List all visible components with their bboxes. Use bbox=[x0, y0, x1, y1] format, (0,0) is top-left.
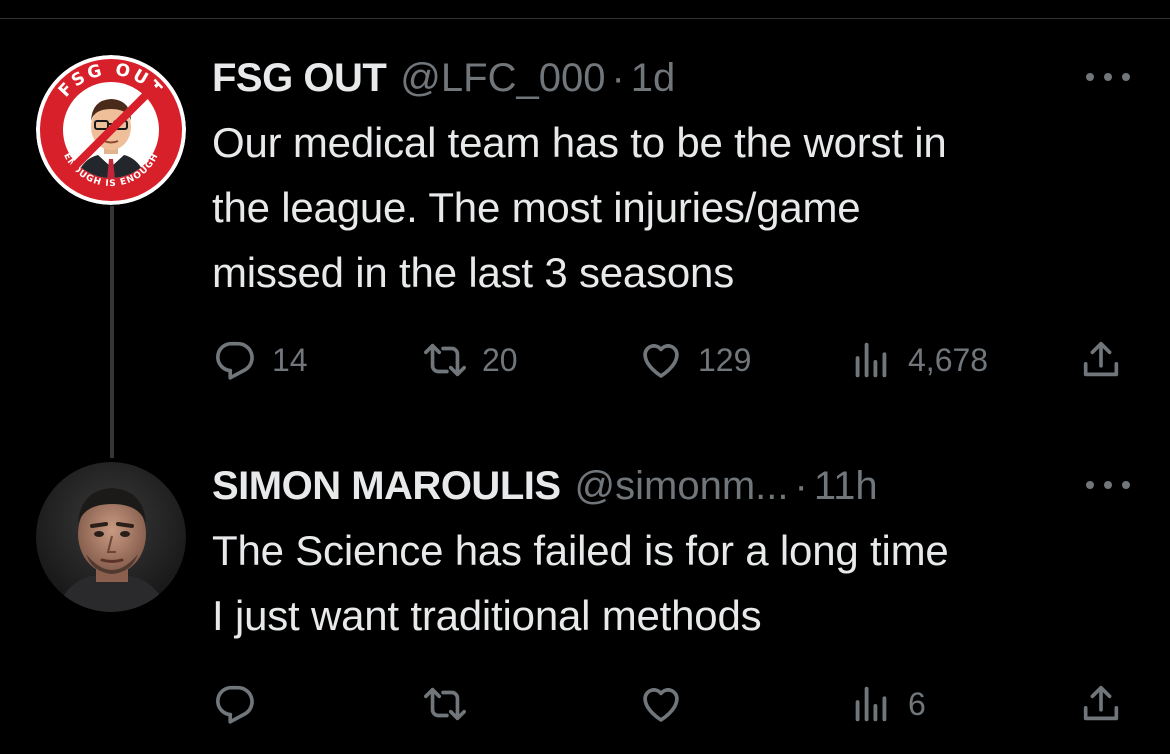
display-name[interactable]: SIMON MAROULIS bbox=[212, 462, 561, 510]
more-icon[interactable] bbox=[1086, 62, 1130, 92]
views-button[interactable]: 4,678 bbox=[848, 336, 988, 384]
retweet-icon bbox=[424, 687, 466, 721]
tweet-text-line: Our medical team has to be the worst in bbox=[212, 119, 947, 166]
top-divider bbox=[0, 18, 1170, 19]
like-count: 129 bbox=[698, 341, 752, 378]
views-icon bbox=[855, 686, 887, 722]
reply-button[interactable]: 14 bbox=[212, 336, 308, 384]
tweet-text-line: I just want traditional methods bbox=[212, 592, 762, 639]
timestamp[interactable]: 1d bbox=[631, 54, 676, 102]
separator-dot: · bbox=[794, 464, 808, 508]
more-icon[interactable] bbox=[1086, 470, 1130, 500]
tweet-text-line: The Science has failed is for a long tim… bbox=[212, 527, 949, 574]
tweet-text: The Science has failed is for a long tim… bbox=[212, 518, 1130, 648]
tweet-text-line: missed in the last 3 seasons bbox=[212, 249, 735, 296]
user-photo-avatar bbox=[36, 462, 186, 612]
user-handle[interactable]: @LFC_000 bbox=[400, 54, 605, 102]
reply-icon bbox=[216, 685, 254, 724]
views-button[interactable]: 6 bbox=[848, 680, 926, 728]
retweet-count: 20 bbox=[482, 341, 518, 378]
views-count: 4,678 bbox=[908, 341, 989, 378]
share-button[interactable] bbox=[1078, 336, 1124, 384]
views-icon bbox=[855, 342, 887, 378]
fsg-out-logo-avatar: FSG OUT ENOUGH IS ENOUGH bbox=[36, 55, 186, 205]
retweet-button[interactable] bbox=[422, 680, 482, 728]
share-icon bbox=[1083, 685, 1119, 721]
retweet-button[interactable]: 20 bbox=[422, 336, 518, 384]
tweet-actions-bar: 6 bbox=[212, 680, 1132, 728]
tweet-text-line: the league. The most injuries/game bbox=[212, 184, 861, 231]
reply-count: 14 bbox=[272, 341, 308, 378]
separator-dot: · bbox=[611, 56, 625, 100]
tweet-header: SIMON MAROULIS @simonm... · 11h bbox=[212, 462, 1130, 510]
retweet-icon bbox=[424, 343, 466, 377]
share-button[interactable] bbox=[1078, 680, 1124, 728]
thread-connector-line bbox=[110, 206, 114, 458]
avatar-fsg-out[interactable]: FSG OUT ENOUGH IS ENOUGH bbox=[36, 55, 186, 205]
tweet-text: Our medical team has to be the worst in … bbox=[212, 110, 1130, 305]
tweet-simon-maroulis[interactable]: SIMON MAROULIS @simonm... · 11h The Scie… bbox=[212, 462, 1130, 648]
timestamp[interactable]: 11h bbox=[814, 462, 878, 510]
reply-icon bbox=[216, 341, 254, 380]
tweet-header: FSG OUT @LFC_000 · 1d bbox=[212, 54, 1130, 102]
like-button[interactable] bbox=[638, 680, 698, 728]
display-name[interactable]: FSG OUT bbox=[212, 54, 387, 102]
heart-icon bbox=[643, 688, 679, 722]
tweet-actions-bar: 14 20 129 4,678 bbox=[212, 336, 1132, 384]
views-count: 6 bbox=[908, 685, 926, 722]
like-button[interactable]: 129 bbox=[638, 336, 751, 384]
heart-icon bbox=[643, 344, 679, 378]
user-handle[interactable]: @simonm... bbox=[575, 462, 789, 510]
reply-button[interactable] bbox=[212, 680, 272, 728]
tweet-fsg-out[interactable]: FSG OUT @LFC_000 · 1d Our medical team h… bbox=[212, 54, 1130, 305]
share-icon bbox=[1083, 341, 1119, 377]
avatar-simon-maroulis[interactable] bbox=[36, 462, 186, 612]
